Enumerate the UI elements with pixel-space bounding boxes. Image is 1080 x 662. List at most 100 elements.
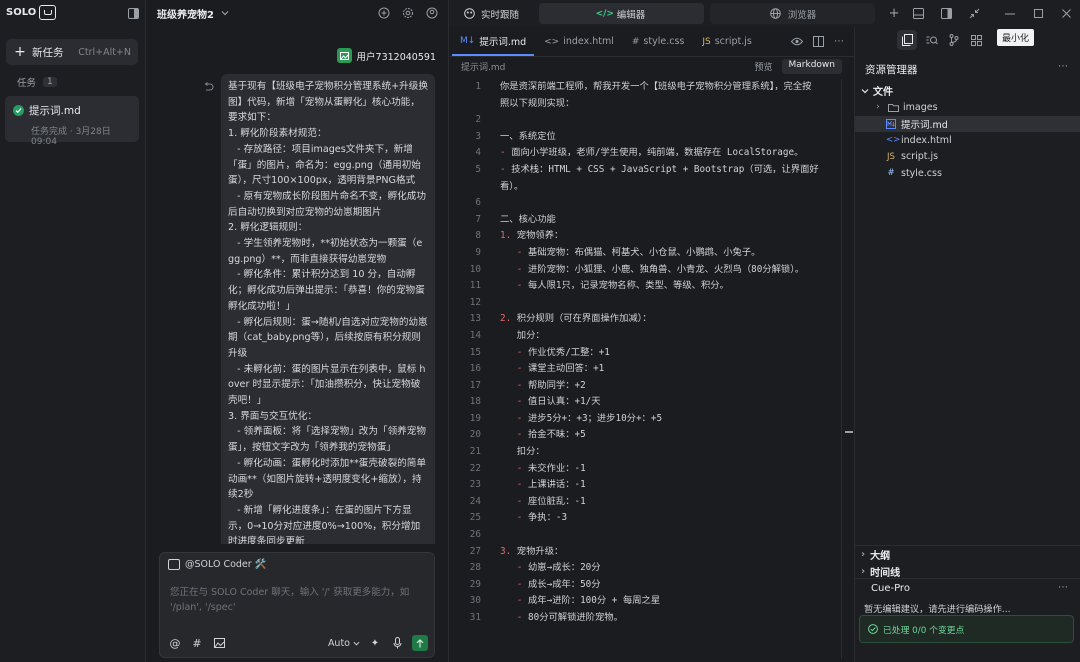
task-status: 任务完成 · 3月28日 09:04 [31,127,111,147]
breadcrumb-file[interactable]: 提示词.md [461,60,505,73]
line-number: 2 [475,114,481,126]
cue-status-box[interactable]: 已处理 0/0 个变更点 [859,615,1074,643]
layout-right-icon[interactable] [932,0,960,27]
close-button[interactable] [1052,0,1080,27]
divider [855,545,1080,546]
files-icon[interactable] [897,30,917,50]
editor-tab[interactable]: <> index.html [536,28,622,56]
code-text: 二、核心功能 [500,213,556,225]
editor-tab[interactable]: M↓ 提示词.md [452,28,535,56]
line-number: 28 [469,562,481,574]
tree-item-prompt-md[interactable]: 提示词.md [855,115,1080,132]
explorer-more-icon[interactable]: ⋯ [1058,61,1068,72]
layout-bottom-icon[interactable] [904,0,932,27]
timeline-section-header[interactable]: › 时间线 [861,564,900,579]
sidebar-toggle-icon[interactable] [126,6,140,20]
minimize-button[interactable] [996,0,1024,27]
account-icon[interactable] [425,6,439,20]
check-circle-icon [13,105,24,116]
image-icon[interactable] [212,636,226,650]
project-title[interactable]: 班级养宠物2 [157,6,214,21]
preview-eye-icon[interactable] [790,35,804,49]
cue-more-icon[interactable]: ⋯ [1058,582,1068,593]
code-line: 16 - 课堂主动回答：+1 [449,361,841,378]
js-file-icon: JS [702,36,711,47]
user-message-text: 基于现有【班级电子宠物积分管理系统+升级换图】代码，新增「宠物从蛋孵化」核心功能… [228,81,428,544]
hash-icon[interactable]: # [190,636,204,650]
new-task-button[interactable]: + 新任务 Ctrl+Alt+N [6,39,138,65]
task-item[interactable]: 提示词.md 任务完成 · 3月28日 09:04 [5,96,139,147]
mode-markdown-button[interactable]: Markdown [781,58,842,74]
code-text: - 课堂主动回答：+1 [516,363,605,375]
vertical-scrollbar[interactable] [841,79,854,659]
tree-item-images[interactable]: › images [855,99,1080,116]
new-chat-icon[interactable] [377,6,391,20]
search-icon[interactable] [925,33,939,47]
more-icon[interactable]: ⋯ [832,35,846,49]
editor-tab-label: 提示词.md [479,36,527,48]
tree-item-index-html[interactable]: <> index.html [855,132,1080,149]
tab-browser-label: 浏览器 [787,9,817,21]
line-number [449,179,481,196]
agent-tag[interactable]: @SOLO Coder 🛠️ [168,559,267,570]
sparkle-icon[interactable]: ✦ [368,636,382,650]
editor-tab-label: script.js [714,36,752,47]
tree-item-script-js[interactable]: JS script.js [855,149,1080,166]
microphone-icon[interactable] [390,636,404,650]
app-logo: SOLO [6,5,57,20]
line-number: 18 [469,396,481,408]
code-line: 31 - 80分可解锁进阶宠物。 [449,610,841,627]
task-name: 提示词.md [29,105,81,117]
divider [855,578,1080,579]
mode-preview-button[interactable]: 预览 [748,59,780,74]
mention-at-icon[interactable]: @ [168,636,182,650]
tab-realtime-follow[interactable]: 实时跟随 [454,3,527,24]
breadcrumb: 提示词.md 预览 Markdown [449,57,854,75]
tab-editor[interactable]: </> 编辑器 [539,3,705,24]
top-tab-bar: 实时跟随 </> 编辑器 浏览器 + [449,0,1080,27]
send-button[interactable] [412,635,428,651]
extensions-grid-icon[interactable] [969,33,983,47]
chat-input-box[interactable]: @SOLO Coder 🛠️ 您正在与 SOLO Coder 聊天，输入 '/'… [159,552,435,658]
code-text: - 每人限1只，记录宠物名称、类型、等级、积分。 [516,280,729,292]
chat-input-placeholder[interactable]: 您正在与 SOLO Coder 聊天，输入 '/' 获取更多能力，如 '/pla… [170,585,420,615]
code-text: 你是资深前端工程师，帮我开发一个【班级电子宠物积分管理系统】，完全按 [500,81,812,92]
settings-gear-icon[interactable] [401,6,415,20]
line-number: 27 [469,545,481,557]
collapse-arrows-icon[interactable] [960,0,988,27]
mode-label: Auto [327,637,350,649]
code-area[interactable]: 1 你是资深前端工程师，帮我开发一个【班级电子宠物积分管理系统】，完全按 照以下规则… [449,79,841,659]
editor-tab[interactable]: JS script.js [694,28,759,56]
code-text: 照以下规则实现： [500,97,575,109]
chat-header: 班级养宠物2 [147,0,449,26]
line-number: 26 [469,529,481,541]
outline-section-header[interactable]: › 大纲 [861,547,890,562]
split-editor-icon[interactable] [811,35,825,49]
undo-icon[interactable] [201,80,215,94]
tree-item-label: 提示词.md [901,119,948,131]
code-line: 18 - 值日认真：+1/天 [449,394,841,411]
code-line: 23 - 上课讲话：-1 [449,477,841,494]
files-section-header[interactable]: 文件 [861,83,893,98]
editor-tab-label: index.html [563,36,614,47]
chevron-right-icon: › [861,566,866,577]
tree-item-style-css[interactable]: # style.css [855,165,1080,182]
chevron-down-icon[interactable] [218,6,232,20]
editor-tab[interactable]: # style.css [624,28,692,56]
panel-toolbar [855,27,1080,53]
source-control-icon[interactable] [947,33,961,47]
line-number: 16 [469,363,481,375]
maximize-button[interactable] [1024,0,1052,27]
tab-browser[interactable]: 浏览器 [710,3,876,24]
file-tree: › images 提示词.md <> index.html JS script.… [855,99,1080,182]
mode-select[interactable]: Auto [328,638,360,649]
files-section-label: 文件 [873,87,893,98]
code-text: - 成年→进阶：100分 + 每周之星 [516,595,661,607]
code-line: 4 - 面向小学班级，老师/学生使用，纯前端，数据存在 LocalStorage。 [449,145,841,162]
code-line: 29 - 成长→成年：50分 [449,577,841,594]
add-tab-icon[interactable]: + [887,6,901,21]
tab-editor-label: 编辑器 [616,9,646,21]
